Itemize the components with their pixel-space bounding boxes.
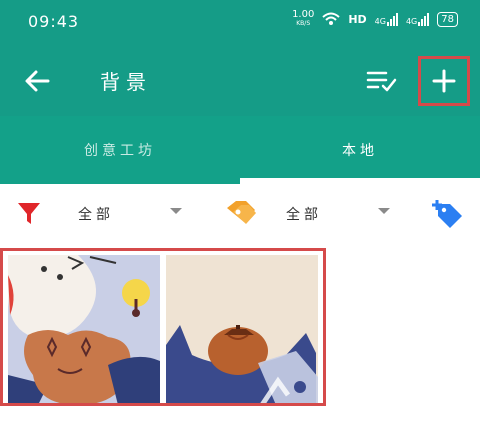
category-caret-icon[interactable] bbox=[170, 208, 182, 214]
net-speed-value: 1.00 bbox=[292, 9, 315, 20]
tab-local[interactable]: 本地 bbox=[240, 116, 480, 184]
battery-icon: 78 bbox=[437, 11, 458, 27]
arrow-left-icon bbox=[25, 70, 50, 92]
wallpaper-thumbnail[interactable] bbox=[166, 255, 318, 403]
app-bar: 背景 bbox=[0, 44, 480, 116]
add-button[interactable] bbox=[418, 56, 470, 106]
filter-bar: 全部 全部 bbox=[0, 184, 480, 244]
tab-bar: 创意工坊 本地 bbox=[0, 116, 480, 184]
wallpaper-thumbnail[interactable] bbox=[8, 255, 160, 403]
wallpaper-gallery bbox=[0, 248, 326, 406]
tag-filter-button[interactable] bbox=[224, 198, 258, 228]
tag-filter-value[interactable]: 全部 bbox=[286, 204, 322, 224]
net-speed-unit: KB/S bbox=[296, 20, 311, 27]
net-speed: 1.00 KB/S bbox=[292, 10, 314, 28]
status-icons: 1.00 KB/S HD 4G 4G 78 bbox=[292, 10, 458, 28]
tags-icon bbox=[227, 201, 256, 224]
tag-caret-icon[interactable] bbox=[378, 208, 390, 214]
back-button[interactable] bbox=[20, 64, 56, 98]
wallpaper-pumpkin-cat-image bbox=[166, 255, 318, 403]
hd-label: HD bbox=[348, 12, 367, 26]
wallpaper-bear-bird-image bbox=[8, 255, 160, 403]
category-filter-value[interactable]: 全部 bbox=[78, 204, 114, 224]
wifi-icon bbox=[322, 12, 340, 25]
status-time: 09:43 bbox=[28, 12, 80, 31]
page-title: 背景 bbox=[100, 70, 152, 94]
signal-icon-1: 4G bbox=[375, 12, 398, 26]
add-tag-icon bbox=[432, 200, 462, 228]
checklist-icon bbox=[366, 71, 397, 92]
signal-icon-2: 4G bbox=[406, 12, 430, 26]
funnel-icon bbox=[18, 203, 40, 224]
plus-icon bbox=[432, 69, 456, 93]
status-bar: 09:43 1.00 KB/S HD 4G 4G 78 bbox=[0, 0, 480, 44]
tab-workshop[interactable]: 创意工坊 bbox=[0, 116, 240, 184]
add-tag-button[interactable] bbox=[432, 198, 466, 230]
category-filter-button[interactable] bbox=[14, 198, 44, 228]
batch-select-button[interactable] bbox=[364, 66, 400, 96]
